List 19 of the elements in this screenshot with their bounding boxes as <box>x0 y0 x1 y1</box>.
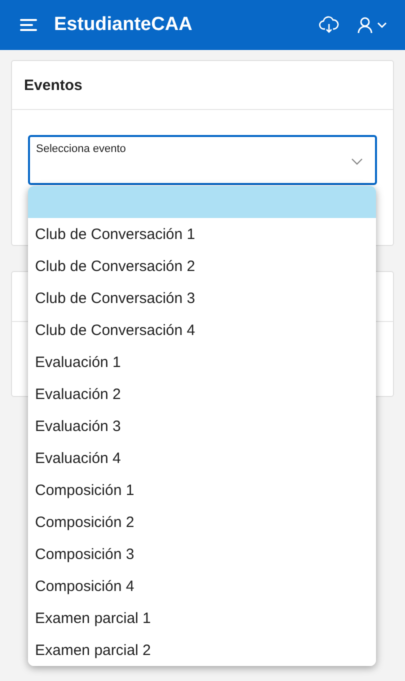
chevron-icon <box>351 158 363 166</box>
dropdown-option[interactable]: Composición 4 <box>28 570 376 602</box>
dropdown-option[interactable]: Composición 1 <box>28 474 376 506</box>
dropdown-option[interactable]: Evaluación 4 <box>28 442 376 474</box>
dropdown-option[interactable]: Composición 3 <box>28 538 376 570</box>
card-title: Eventos <box>24 76 82 94</box>
menu-icon[interactable] <box>18 16 40 34</box>
dropdown-option[interactable]: Evaluación 1 <box>28 346 376 378</box>
dropdown-option[interactable]: Examen parcial 2 <box>28 634 376 666</box>
dropdown-option[interactable]: Evaluación 2 <box>28 378 376 410</box>
dropdown-option[interactable]: Club de Conversación 3 <box>28 282 376 314</box>
dropdown-option[interactable]: Examen parcial 1 <box>28 602 376 634</box>
event-select[interactable]: Selecciona evento <box>28 135 377 185</box>
dropdown-option[interactable]: Club de Conversación 4 <box>28 314 376 346</box>
dropdown-option[interactable]: Composición 2 <box>28 506 376 538</box>
app-title: EstudianteCAA <box>54 14 194 36</box>
dropdown-option[interactable]: Club de Conversación 2 <box>28 250 376 282</box>
dropdown-option[interactable]: Evaluación 3 <box>28 410 376 442</box>
dropdown-option[interactable]: Club de Conversación 1 <box>28 218 376 250</box>
